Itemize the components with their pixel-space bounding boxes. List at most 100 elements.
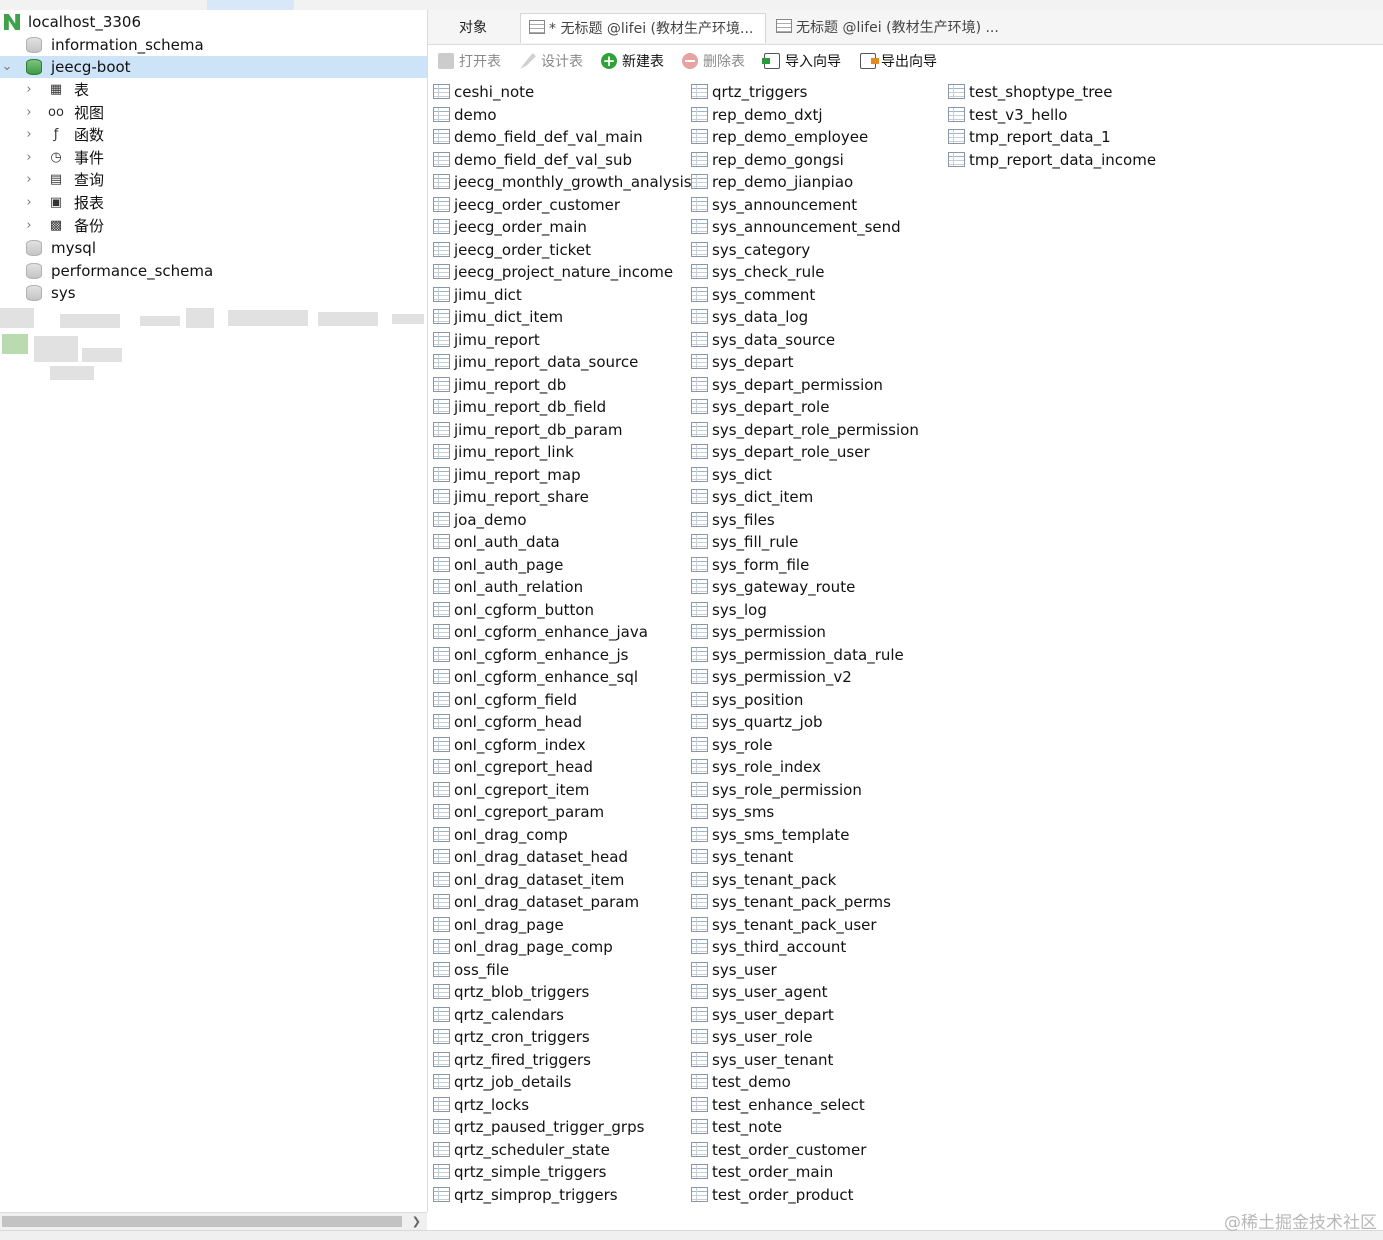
table-item[interactable]: onl_auth_data: [430, 531, 692, 554]
table-item[interactable]: rep_demo_dxtj: [688, 104, 919, 127]
sidebar-horizontal-scrollbar[interactable]: ❯: [0, 1212, 427, 1230]
table-item[interactable]: qrtz_scheduler_state: [430, 1139, 692, 1162]
table-item[interactable]: sys_announcement: [688, 194, 919, 217]
tree-category[interactable]: › ƒ 函数: [0, 124, 427, 146]
import-wizard-button[interactable]: 导入向导: [762, 50, 841, 74]
table-item[interactable]: sys_sms: [688, 801, 919, 824]
table-item[interactable]: test_order_customer: [688, 1139, 919, 1162]
table-item[interactable]: sys_data_log: [688, 306, 919, 329]
table-item[interactable]: sys_data_source: [688, 329, 919, 352]
table-item[interactable]: sys_user_depart: [688, 1004, 919, 1027]
table-item[interactable]: jeecg_order_ticket: [430, 239, 692, 262]
table-item[interactable]: sys_announcement_send: [688, 216, 919, 239]
tree-category[interactable]: › ▦ 表: [0, 79, 427, 101]
new-table-button[interactable]: 新建表: [601, 49, 664, 74]
table-item[interactable]: sys_dict_item: [688, 486, 919, 509]
table-item[interactable]: sys_sms_template: [688, 824, 919, 847]
table-item[interactable]: onl_drag_dataset_item: [430, 869, 692, 892]
table-item[interactable]: onl_drag_page: [430, 914, 692, 937]
table-item[interactable]: jimu_report_db_field: [430, 396, 692, 419]
table-item[interactable]: qrtz_job_details: [430, 1071, 692, 1094]
chevron-right-icon[interactable]: ›: [22, 102, 36, 124]
table-item[interactable]: onl_cgreport_item: [430, 779, 692, 802]
table-item[interactable]: sys_user: [688, 959, 919, 982]
table-item[interactable]: rep_demo_gongsi: [688, 149, 919, 172]
table-item[interactable]: sys_user_tenant: [688, 1049, 919, 1072]
table-item[interactable]: jimu_report_map: [430, 464, 692, 487]
table-item[interactable]: ceshi_note: [430, 81, 692, 104]
table-item[interactable]: sys_user_agent: [688, 981, 919, 1004]
table-item[interactable]: test_demo: [688, 1071, 919, 1094]
tree-category[interactable]: › ▣ 报表: [0, 192, 427, 214]
table-item[interactable]: sys_form_file: [688, 554, 919, 577]
table-item[interactable]: sys_depart: [688, 351, 919, 374]
table-item[interactable]: jeecg_monthly_growth_analysis: [430, 171, 692, 194]
table-item[interactable]: qrtz_fired_triggers: [430, 1049, 692, 1072]
table-item[interactable]: sys_log: [688, 599, 919, 622]
table-item[interactable]: onl_cgform_button: [430, 599, 692, 622]
table-item[interactable]: sys_role_index: [688, 756, 919, 779]
table-item[interactable]: jimu_report_db: [430, 374, 692, 397]
table-item[interactable]: onl_cgform_enhance_js: [430, 644, 692, 667]
table-item[interactable]: sys_permission: [688, 621, 919, 644]
chevron-right-icon[interactable]: ›: [22, 192, 36, 214]
tree-category[interactable]: › ▤ 查询: [0, 169, 427, 191]
table-item[interactable]: sys_dict: [688, 464, 919, 487]
open-table-button[interactable]: 打开表: [438, 50, 501, 74]
table-item[interactable]: sys_role_permission: [688, 779, 919, 802]
table-item[interactable]: qrtz_simprop_triggers: [430, 1184, 692, 1207]
tab-query-1[interactable]: * 无标题 @lifei (教材生产环境...: [520, 13, 766, 43]
chevron-right-icon[interactable]: ›: [22, 215, 36, 237]
tree-category[interactable]: › oo 视图: [0, 102, 427, 124]
table-item[interactable]: sys_depart_role_user: [688, 441, 919, 464]
table-item[interactable]: qrtz_simple_triggers: [430, 1161, 692, 1184]
tree-database[interactable]: mysql: [0, 237, 427, 259]
table-item[interactable]: test_note: [688, 1116, 919, 1139]
table-item[interactable]: jimu_dict: [430, 284, 692, 307]
tab-query-2[interactable]: 无标题 @lifei (教材生产环境) ...: [770, 13, 1030, 43]
table-item[interactable]: sys_gateway_route: [688, 576, 919, 599]
table-item[interactable]: onl_cgform_head: [430, 711, 692, 734]
table-item[interactable]: sys_permission_data_rule: [688, 644, 919, 667]
tab-objects[interactable]: 对象: [428, 13, 518, 43]
table-item[interactable]: sys_tenant_pack_user: [688, 914, 919, 937]
tree-connection[interactable]: localhost_3306: [0, 11, 427, 33]
table-item[interactable]: sys_user_role: [688, 1026, 919, 1049]
table-item[interactable]: onl_cgreport_head: [430, 756, 692, 779]
table-item[interactable]: onl_cgform_field: [430, 689, 692, 712]
table-item[interactable]: sys_depart_permission: [688, 374, 919, 397]
table-item[interactable]: jeecg_order_customer: [430, 194, 692, 217]
table-item[interactable]: test_order_main: [688, 1161, 919, 1184]
table-item[interactable]: jimu_report_link: [430, 441, 692, 464]
chevron-right-icon[interactable]: ›: [22, 124, 36, 146]
table-item[interactable]: onl_auth_relation: [430, 576, 692, 599]
table-item[interactable]: sys_tenant_pack: [688, 869, 919, 892]
table-item[interactable]: sys_files: [688, 509, 919, 532]
table-item[interactable]: jimu_dict_item: [430, 306, 692, 329]
tree-database[interactable]: sys: [0, 282, 427, 304]
table-item[interactable]: rep_demo_jianpiao: [688, 171, 919, 194]
table-item[interactable]: sys_check_rule: [688, 261, 919, 284]
table-item[interactable]: oss_file: [430, 959, 692, 982]
chevron-down-icon[interactable]: ⌄: [0, 56, 14, 78]
table-item[interactable]: qrtz_locks: [430, 1094, 692, 1117]
chevron-right-icon[interactable]: ›: [22, 147, 36, 169]
table-item[interactable]: sys_tenant: [688, 846, 919, 869]
chevron-right-icon[interactable]: ›: [22, 169, 36, 191]
table-item[interactable]: sys_permission_v2: [688, 666, 919, 689]
table-item[interactable]: test_order_product: [688, 1184, 919, 1207]
tree-db-information-schema[interactable]: information_schema: [0, 34, 427, 56]
table-item[interactable]: joa_demo: [430, 509, 692, 532]
table-item[interactable]: jeecg_project_nature_income: [430, 261, 692, 284]
table-item[interactable]: jimu_report_data_source: [430, 351, 692, 374]
table-item[interactable]: qrtz_triggers: [688, 81, 919, 104]
delete-table-button[interactable]: 删除表: [682, 50, 745, 74]
table-item[interactable]: onl_drag_comp: [430, 824, 692, 847]
tree-category[interactable]: › ▩ 备份: [0, 215, 427, 237]
table-item[interactable]: tmp_report_data_income: [945, 149, 1156, 172]
table-item[interactable]: qrtz_cron_triggers: [430, 1026, 692, 1049]
table-item[interactable]: jeecg_order_main: [430, 216, 692, 239]
design-table-button[interactable]: 设计表: [520, 50, 583, 74]
table-item[interactable]: sys_fill_rule: [688, 531, 919, 554]
table-item[interactable]: sys_category: [688, 239, 919, 262]
